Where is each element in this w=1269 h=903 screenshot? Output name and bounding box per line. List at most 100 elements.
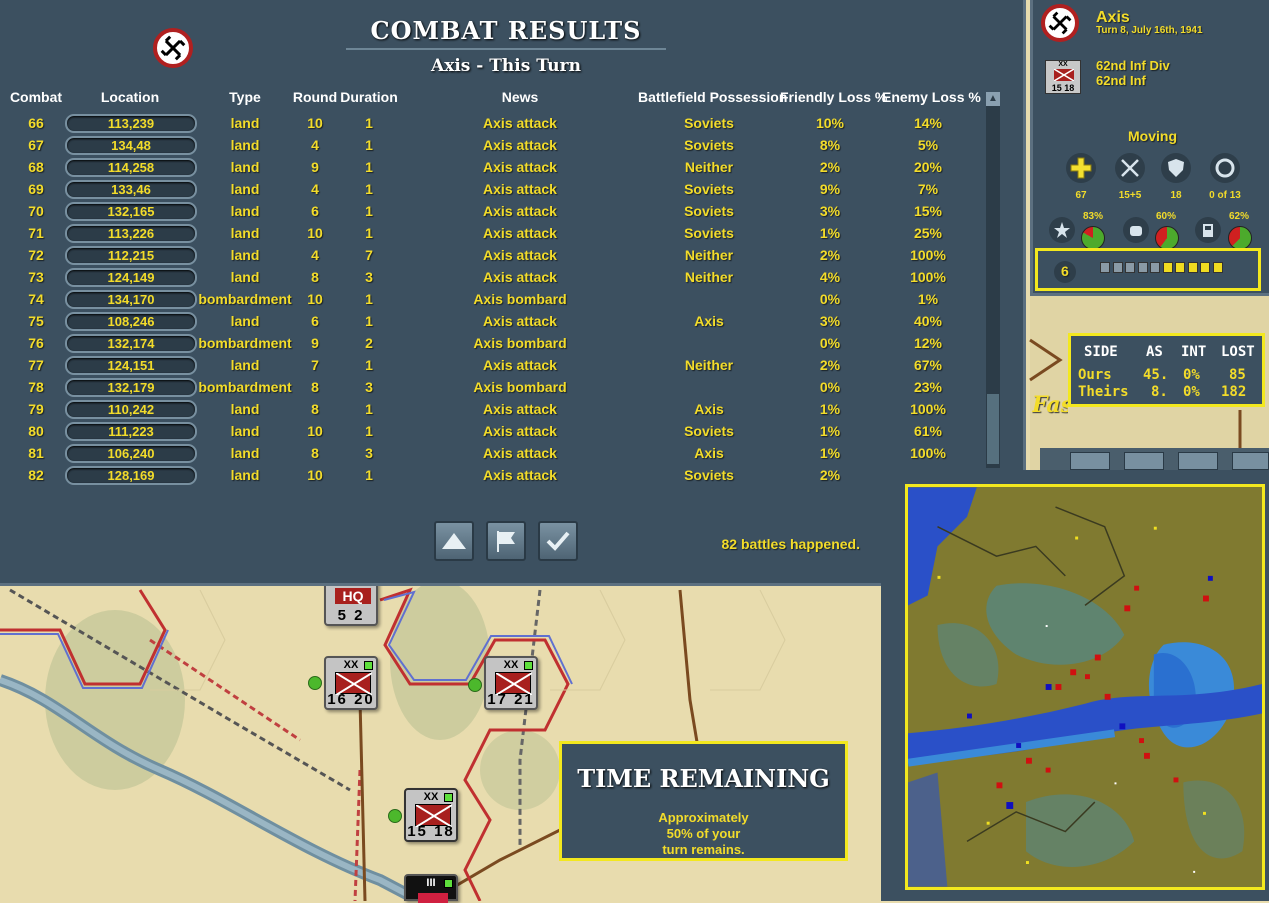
table-row[interactable]: 124,149 73 land 8 3 Axis attack Neither 4% 100% xyxy=(0,267,980,289)
table-row[interactable]: 108,246 75 land 6 1 Axis attack Axis 3% 40% xyxy=(0,311,980,333)
cell-combat: 67 xyxy=(28,137,44,153)
location-button[interactable]: 124,151 xyxy=(65,356,197,375)
selected-unit-counter[interactable]: XX 15 18 xyxy=(1045,60,1081,94)
cell-duration: 1 xyxy=(365,225,373,241)
cell-friendly-loss: 3% xyxy=(819,203,841,219)
column-header-news[interactable]: News xyxy=(460,89,580,105)
column-header-possession[interactable]: Battlefield Possession xyxy=(638,89,787,105)
cell-round: 4 xyxy=(311,247,319,263)
side-theirs-as: 8. xyxy=(1151,384,1168,400)
regiment-counter[interactable]: III xyxy=(404,874,458,903)
location-button[interactable]: 132,174 xyxy=(65,334,197,353)
table-row[interactable]: 113,239 66 land 10 1 Axis attack Soviets 10% 14% xyxy=(0,113,980,135)
column-header-type[interactable]: Type xyxy=(205,89,285,105)
cell-combat: 75 xyxy=(28,313,44,329)
location-button[interactable]: 128,169 xyxy=(65,466,197,485)
scroll-thumb[interactable] xyxy=(987,394,999,464)
up-triangle-icon xyxy=(442,533,466,549)
table-row[interactable]: 110,242 79 land 8 1 Axis attack Axis 1% 100% xyxy=(0,399,980,421)
vertical-scrollbar[interactable]: ▲ xyxy=(986,92,1000,468)
cell-news: Axis attack xyxy=(483,313,557,329)
column-header-combat[interactable]: Combat xyxy=(6,89,66,105)
column-header-location[interactable]: Location xyxy=(80,89,180,105)
header-lost: LOST xyxy=(1221,344,1255,360)
cell-round: 10 xyxy=(307,225,323,241)
table-row[interactable]: 106,240 81 land 8 3 Axis attack Axis 1% 100% xyxy=(0,443,980,465)
confirm-button[interactable] xyxy=(538,521,578,561)
cell-type: land xyxy=(230,203,260,219)
cell-enemy-loss: 61% xyxy=(913,423,943,439)
location-button[interactable]: 134,48 xyxy=(65,136,197,155)
cell-round: 10 xyxy=(307,467,323,483)
collapse-up-button[interactable] xyxy=(434,521,474,561)
cell-news: Axis attack xyxy=(483,225,557,241)
table-row[interactable]: 134,170 74 bombardment 10 1 Axis bombard 0% 1% xyxy=(0,289,980,311)
cell-possession: Soviets xyxy=(684,115,734,131)
location-button[interactable]: 112,215 xyxy=(65,246,197,265)
table-row[interactable]: 128,169 82 land 10 1 Axis attack Soviets 2% xyxy=(0,465,980,487)
cell-duration: 1 xyxy=(365,181,373,197)
panel-subtitle: Axis - This Turn xyxy=(431,56,581,76)
stat-value: 67 xyxy=(1075,190,1087,201)
cell-combat: 77 xyxy=(28,357,44,373)
cell-combat: 69 xyxy=(28,181,44,197)
cell-friendly-loss: 0% xyxy=(819,379,841,395)
location-button[interactable]: 108,246 xyxy=(65,312,197,331)
cell-type: land xyxy=(230,423,260,439)
location-button[interactable]: 124,149 xyxy=(65,268,197,287)
location-button[interactable]: 132,179 xyxy=(65,378,197,397)
selected-division-counter[interactable]: XX 15 18 xyxy=(404,788,458,842)
side-ours-label: Ours xyxy=(1078,367,1112,383)
table-row[interactable]: 111,223 80 land 10 1 Axis attack Soviets 1% 61% xyxy=(0,421,980,443)
train-button[interactable] xyxy=(1178,452,1218,470)
table-row[interactable]: 133,46 69 land 4 1 Axis attack Soviets 9% 7% xyxy=(0,179,980,201)
cell-duration: 1 xyxy=(365,291,373,307)
table-row[interactable]: 112,215 72 land 4 7 Axis attack Neither 2% 100% xyxy=(0,245,980,267)
column-header-round[interactable]: Round xyxy=(292,89,338,105)
scroll-up-arrow-icon[interactable]: ▲ xyxy=(986,92,1000,106)
time-remaining-title: TIME REMAINING xyxy=(577,764,830,793)
table-row[interactable]: 132,165 70 land 6 1 Axis attack Soviets 3% 15% xyxy=(0,201,980,223)
location-button[interactable]: 133,46 xyxy=(65,180,197,199)
minimap[interactable] xyxy=(905,484,1265,890)
location-button[interactable]: 110,242 xyxy=(65,400,197,419)
table-row[interactable]: 132,179 78 bombardment 8 3 Axis bombard 0% 23% xyxy=(0,377,980,399)
unit-strength: 5 2 xyxy=(337,607,365,624)
column-header-friendly-loss[interactable]: Friendly Loss % xyxy=(780,89,887,105)
location-button[interactable]: 134,170 xyxy=(65,290,197,309)
prev-unit-button[interactable] xyxy=(1070,452,1110,470)
column-header-duration[interactable]: Duration xyxy=(340,89,398,105)
location-button[interactable]: 113,239 xyxy=(65,114,197,133)
cell-news: Axis attack xyxy=(483,181,557,197)
column-header-enemy-loss[interactable]: Enemy Loss % xyxy=(882,89,981,105)
cell-news: Axis attack xyxy=(483,247,557,263)
cell-round: 8 xyxy=(311,445,319,461)
cell-type: bombardment xyxy=(198,335,292,351)
flag-filter-button[interactable] xyxy=(486,521,526,561)
combat-results-panel: COMBAT RESULTS Axis - This Turn Combat L… xyxy=(0,0,1026,586)
cell-type: land xyxy=(230,247,260,263)
location-button[interactable]: 114,258 xyxy=(65,158,197,177)
location-button[interactable]: 106,240 xyxy=(65,444,197,463)
cell-combat: 80 xyxy=(28,423,44,439)
cell-combat: 82 xyxy=(28,467,44,483)
division-counter[interactable]: XX 16 20 xyxy=(324,656,378,710)
location-button[interactable]: 111,223 xyxy=(65,422,197,441)
division-counter[interactable]: XX 17 21 xyxy=(484,656,538,710)
table-row[interactable]: 114,258 68 land 9 1 Axis attack Neither 2% 20% xyxy=(0,157,980,179)
unit-color-bar xyxy=(418,893,448,903)
flag-button[interactable] xyxy=(1232,452,1269,470)
time-remaining-line2: 50% of your xyxy=(666,826,741,841)
cell-round: 7 xyxy=(311,357,319,373)
checkmark-icon xyxy=(546,531,570,551)
location-button[interactable]: 132,165 xyxy=(65,202,197,221)
table-row[interactable]: 134,48 67 land 4 1 Axis attack Soviets 8% 5% xyxy=(0,135,980,157)
cell-possession: Soviets xyxy=(684,181,734,197)
table-row[interactable]: 113,226 71 land 10 1 Axis attack Soviets 1% 25% xyxy=(0,223,980,245)
location-button[interactable]: 113,226 xyxy=(65,224,197,243)
table-row[interactable]: 124,151 77 land 7 1 Axis attack Neither 2% 67% xyxy=(0,355,980,377)
next-unit-button[interactable] xyxy=(1124,452,1164,470)
table-row[interactable]: 132,174 76 bombardment 9 2 Axis bombard 0% 12% xyxy=(0,333,980,355)
axis-emblem-icon xyxy=(1041,4,1079,42)
cell-friendly-loss: 2% xyxy=(819,357,841,373)
